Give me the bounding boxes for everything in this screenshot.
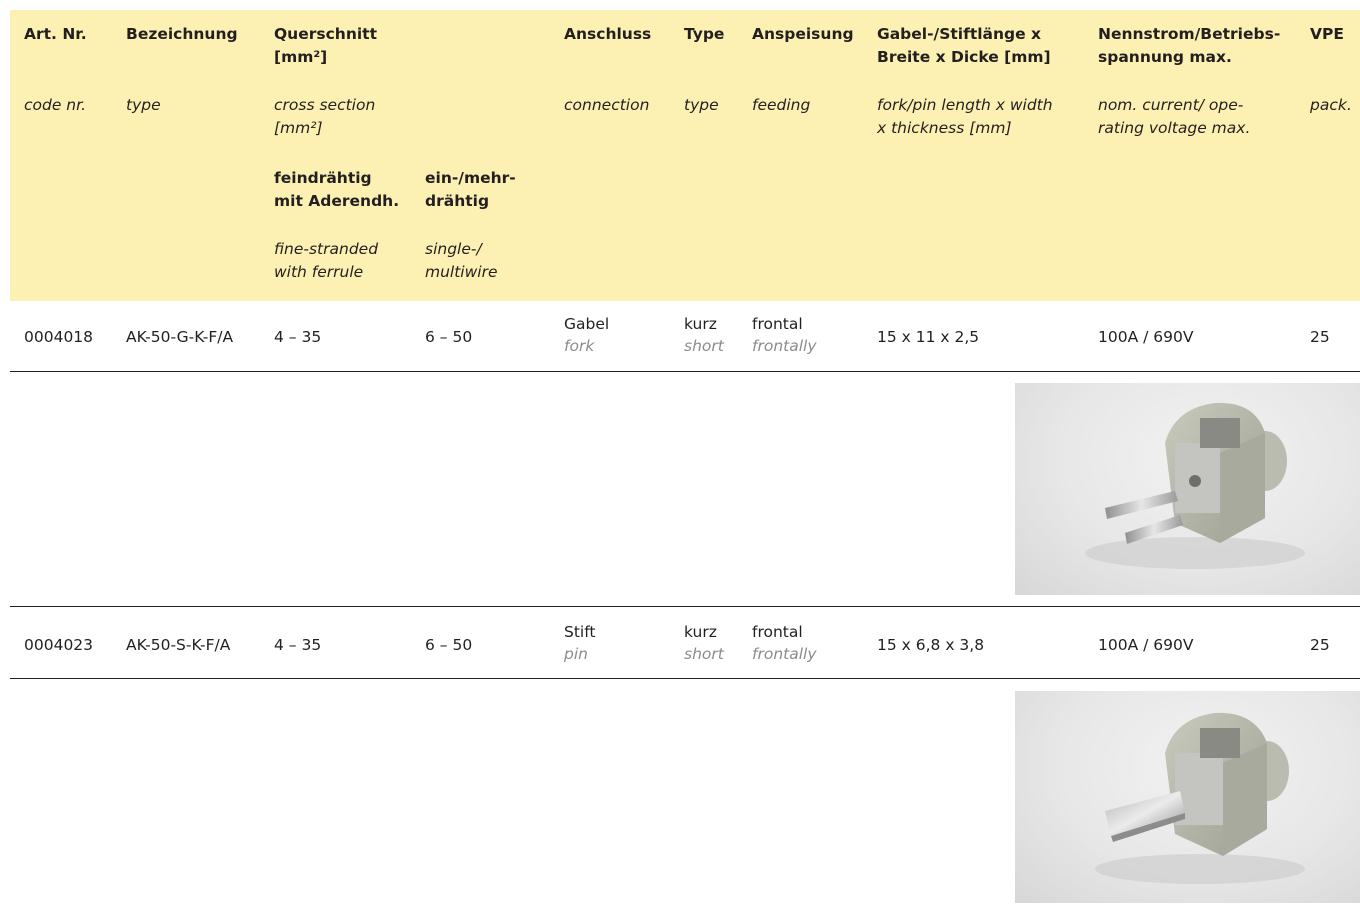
subheader-single-line2: multiwire <box>425 263 498 281</box>
cell-anspeisung-en: frontally <box>752 337 817 355</box>
header-feeding: feeding <box>752 96 811 114</box>
cell-type-de: kurz <box>684 315 717 333</box>
cell-anspeisung-de: frontal <box>752 315 803 333</box>
cell-nennstrom: 100A / 690V <box>1098 328 1194 346</box>
header-nom-line1: nom. current/ ope- <box>1098 96 1244 114</box>
fork-connector-illustration <box>1085 402 1305 569</box>
cell-anschluss-en: fork <box>564 337 595 355</box>
header-cross-section: cross section [mm²] <box>274 94 375 140</box>
product-image-pin <box>1015 691 1360 903</box>
cell-anschluss: Stift pin <box>564 621 595 665</box>
header-code-nr: code nr. <box>24 96 87 114</box>
subheader-ein-line1: ein-/mehr- <box>425 169 516 187</box>
header-fork-line1: fork/pin length x width <box>877 96 1053 114</box>
header-type2-en: type <box>684 96 719 114</box>
header-pack: pack. <box>1310 96 1352 114</box>
cell-type: kurz short <box>684 621 724 665</box>
header-nom-current: nom. current/ ope- rating voltage max. <box>1098 94 1250 140</box>
cell-anschluss: Gabel fork <box>564 313 609 357</box>
header-nennstrom: Nennstrom/Betriebs- spannung max. <box>1098 23 1280 69</box>
header-type-en: type <box>126 96 161 114</box>
header-type: Type <box>684 25 725 43</box>
header-gabel-line1: Gabel-/Stiftlänge x <box>877 25 1042 43</box>
cell-bezeichnung: AK-50-G-K-F/A <box>126 328 234 346</box>
cell-type: kurz short <box>684 313 724 357</box>
cell-anspeisung-en: frontally <box>752 645 817 663</box>
cell-anschluss-de: Gabel <box>564 315 610 333</box>
cell-dimensions: 15 x 6,8 x 3,8 <box>877 636 985 654</box>
header-querschnitt: Querschnitt [mm²] <box>274 23 377 69</box>
subheader-fine-line1: fine-stranded <box>274 240 379 258</box>
cell-art-nr: 0004018 <box>24 328 94 346</box>
subheader-ein-line2: drähtig <box>425 192 490 210</box>
subheader-fine-line2: with ferrule <box>274 263 364 281</box>
header-bezeichnung: Bezeichnung <box>126 25 238 43</box>
subheader-single-line1: single-/ <box>425 240 482 258</box>
header-querschnitt-line1: Querschnitt <box>274 25 377 43</box>
cell-art-nr: 0004023 <box>24 636 94 654</box>
cell-bezeichnung: AK-50-S-K-F/A <box>126 636 231 654</box>
product-image-fork <box>1015 383 1360 595</box>
cell-type-de: kurz <box>684 623 717 641</box>
subheader-fine-stranded: fine-stranded with ferrule <box>274 238 378 284</box>
subheader-feindraehtig: feindrähtig mit Aderendh. <box>274 167 399 213</box>
header-gabel-stiftlaenge: Gabel-/Stiftlänge x Breite x Dicke [mm] <box>877 23 1051 69</box>
header-cross-line1: cross section <box>274 96 376 114</box>
cell-anschluss-de: Stift <box>564 623 596 641</box>
row-divider <box>10 371 1360 373</box>
subheader-fein-line1: feindrähtig <box>274 169 372 187</box>
cell-anspeisung: frontal frontally <box>752 621 817 665</box>
cell-anschluss-en: pin <box>564 645 588 663</box>
header-nom-line2: rating voltage max. <box>1098 119 1251 137</box>
cell-anspeisung-de: frontal <box>752 623 803 641</box>
subheader-ein-mehrdraehtig: ein-/mehr- drähtig <box>425 167 516 213</box>
cell-dimensions: 15 x 11 x 2,5 <box>877 328 980 346</box>
cell-type-en: short <box>684 337 724 355</box>
subheader-single-multiwire: single-/ multiwire <box>425 238 498 284</box>
header-anspeisung: Anspeisung <box>752 25 854 43</box>
cell-vpe: 25 <box>1310 636 1330 654</box>
header-fork-line2: x thickness [mm] <box>877 119 1012 137</box>
header-gabel-line2: Breite x Dicke [mm] <box>877 48 1051 66</box>
row-divider <box>10 678 1360 680</box>
cell-vpe: 25 <box>1310 328 1330 346</box>
cell-eindraehtig: 6 – 50 <box>425 636 473 654</box>
cell-feindraehtig: 4 – 35 <box>274 636 322 654</box>
pin-connector-illustration <box>1095 712 1305 884</box>
cell-type-en: short <box>684 645 724 663</box>
header-cross-line2: [mm²] <box>274 119 323 137</box>
subheader-fein-line2: mit Aderendh. <box>274 192 400 210</box>
cell-eindraehtig: 6 – 50 <box>425 328 473 346</box>
cell-feindraehtig: 4 – 35 <box>274 328 322 346</box>
header-vpe: VPE <box>1310 25 1344 43</box>
header-nennstrom-line2: spannung max. <box>1098 48 1232 66</box>
cell-anspeisung: frontal frontally <box>752 313 817 357</box>
header-fork-pin: fork/pin length x width x thickness [mm] <box>877 94 1053 140</box>
header-anschluss: Anschluss <box>564 25 652 43</box>
header-nennstrom-line1: Nennstrom/Betriebs- <box>1098 25 1281 43</box>
header-connection: connection <box>564 96 650 114</box>
header-querschnitt-line2: [mm²] <box>274 48 328 66</box>
cell-nennstrom: 100A / 690V <box>1098 636 1194 654</box>
header-art-nr: Art. Nr. <box>24 25 87 43</box>
row-divider <box>10 606 1360 608</box>
